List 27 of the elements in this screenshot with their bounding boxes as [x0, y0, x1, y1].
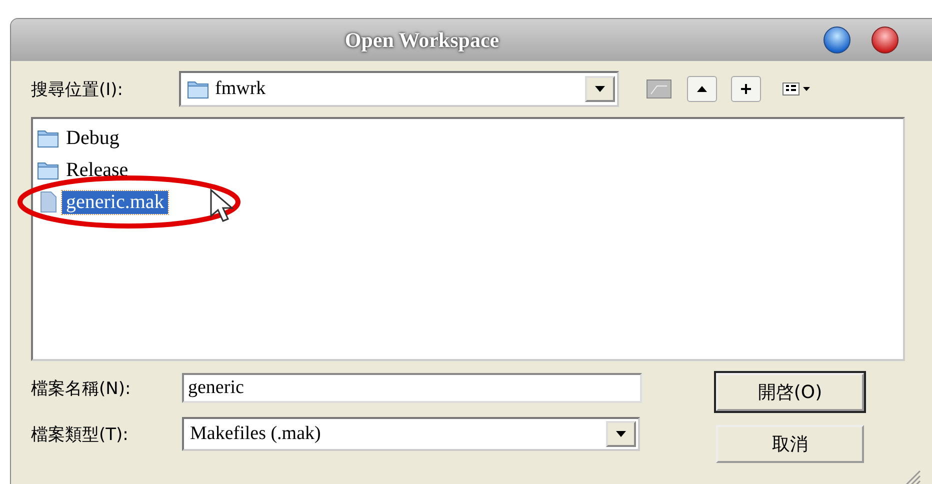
folder-icon	[37, 128, 59, 148]
new-folder-button[interactable]	[731, 76, 761, 102]
up-folder-button[interactable]	[687, 76, 717, 102]
close-button[interactable]	[871, 26, 899, 54]
file-item[interactable]: Release	[62, 158, 132, 182]
dialog-button[interactable]: 取消	[716, 425, 864, 463]
up-arrow-icon	[696, 84, 708, 94]
file-name-label: 檔案名稱(N):	[31, 378, 132, 400]
file-type-label: 檔案類型(T):	[31, 424, 130, 446]
look-in-value: fmwrk	[215, 78, 267, 100]
back-icon	[646, 79, 672, 99]
dialog-button[interactable]: 開啓(O)	[716, 373, 864, 411]
list-view-icon	[782, 82, 812, 96]
window-title: Open Workspace	[344, 28, 500, 52]
file-name-field[interactable]: generic	[182, 373, 642, 403]
back-button[interactable]	[645, 77, 673, 101]
file-item[interactable]: generic.mak	[62, 190, 168, 214]
resize-grip-icon	[903, 468, 921, 484]
file-type-dropdown[interactable]: Makefiles (.mak)	[182, 417, 640, 451]
plus-icon	[740, 83, 752, 95]
file-type-value: Makefiles (.mak)	[190, 423, 322, 445]
look-in-label: 搜尋位置(I):	[31, 78, 124, 100]
folder-icon	[187, 79, 209, 99]
folder-icon	[37, 160, 59, 180]
minimize-button[interactable]	[823, 26, 851, 54]
look-in-dropdown[interactable]: fmwrk	[179, 71, 619, 107]
file-item[interactable]: Debug	[62, 126, 124, 150]
